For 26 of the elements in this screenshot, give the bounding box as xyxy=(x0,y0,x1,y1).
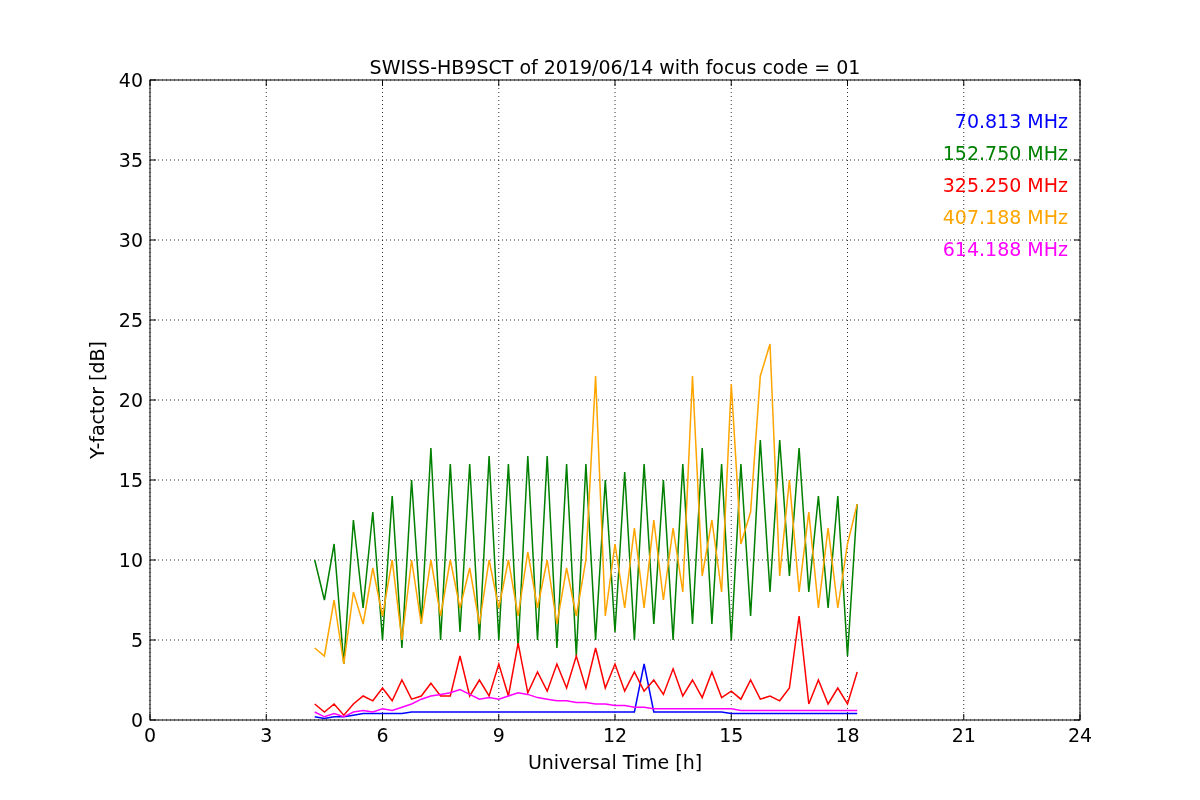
tick-label: 30 xyxy=(118,229,143,251)
tick-label: 0 xyxy=(130,709,143,731)
tick-label: 20 xyxy=(118,389,143,411)
tick-label: 15 xyxy=(118,469,143,491)
axis-label: Universal Time [h] xyxy=(527,751,703,773)
tick-label: 9 xyxy=(492,724,505,746)
tick-label: 35 xyxy=(118,149,143,171)
tick-label: 3 xyxy=(260,724,273,746)
tick-label: 40 xyxy=(118,69,143,91)
tick-label: 21 xyxy=(951,724,976,746)
tick-label: 10 xyxy=(118,549,143,571)
tick-label: 18 xyxy=(835,724,860,746)
legend-label: 407.188 MHz xyxy=(942,206,1068,228)
tick-label: 25 xyxy=(118,309,143,331)
legend-label: 70.813 MHz xyxy=(954,110,1068,132)
tick-label: 0 xyxy=(143,724,157,746)
tick-label: 6 xyxy=(376,724,389,746)
chart-title: SWISS-HB9SCT of 2019/06/14 with focus code = 01 xyxy=(369,56,861,78)
legend-label: 325.250 MHz xyxy=(942,174,1068,196)
legend-label: 152.750 MHz xyxy=(942,142,1068,164)
tick-label: 15 xyxy=(719,724,744,746)
tick-label: 24 xyxy=(1067,724,1093,746)
axis-label: Y-factor [dB] xyxy=(86,341,108,459)
tick-label: 12 xyxy=(602,724,628,746)
legend-label: 614.188 MHz xyxy=(942,238,1068,260)
tick-label: 5 xyxy=(130,629,143,651)
